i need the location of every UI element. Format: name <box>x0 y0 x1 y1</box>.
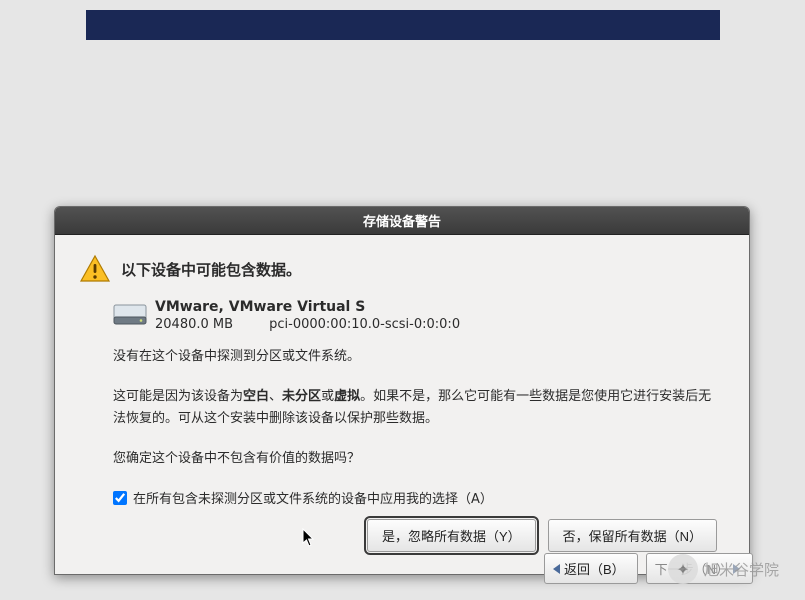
dialog-body: 以下设备中可能包含数据。 VMware, VMware Virtual S 20… <box>55 235 749 574</box>
hard-disk-icon <box>113 301 147 327</box>
warning-heading: 以下设备中可能包含数据。 <box>121 259 301 280</box>
message-confirm: 您确定这个设备中不包含有价值的数据吗？ <box>113 448 721 470</box>
device-size: 20480.0 MB <box>155 317 265 332</box>
back-label: 返回（B） <box>564 559 625 578</box>
arrow-right-icon <box>733 564 740 574</box>
arrow-left-icon <box>553 564 560 574</box>
device-path: pci-0000:00:10.0-scsi-0:0:0:0 <box>269 317 460 332</box>
message-reason: 这可能是因为该设备为空白、未分区或虚拟。如果不是，那么它可能有一些数据是您使用它… <box>113 386 721 430</box>
apply-to-all-label: 在所有包含未探测分区或文件系统的设备中应用我的选择（A） <box>133 488 493 507</box>
device-details: 20480.0 MB pci-0000:00:10.0-scsi-0:0:0:0 <box>155 317 460 332</box>
device-row: VMware, VMware Virtual S 20480.0 MB pci-… <box>113 299 721 332</box>
apply-to-all-checkbox[interactable] <box>113 491 127 505</box>
device-name: VMware, VMware Virtual S <box>155 299 460 315</box>
message-no-partition: 没有在这个设备中探测到分区或文件系统。 <box>113 346 721 368</box>
apply-to-all-checkbox-row[interactable]: 在所有包含未探测分区或文件系统的设备中应用我的选择（A） <box>113 488 721 507</box>
next-button[interactable]: 下一步（N） <box>646 553 753 584</box>
no-keep-button[interactable]: 否，保留所有数据（N） <box>548 519 717 552</box>
back-button[interactable]: 返回（B） <box>544 553 638 584</box>
top-banner <box>86 10 720 40</box>
next-label: 下一步（N） <box>655 559 729 578</box>
dialog-title: 存储设备警告 <box>55 207 749 235</box>
yes-discard-button[interactable]: 是，忽略所有数据（Y） <box>367 519 536 552</box>
storage-warning-dialog: 存储设备警告 以下设备中可能包含数据。 VMware, VMware Virtu… <box>54 206 750 575</box>
warning-icon <box>79 253 111 285</box>
wizard-nav: 返回（B） 下一步（N） <box>544 553 753 584</box>
